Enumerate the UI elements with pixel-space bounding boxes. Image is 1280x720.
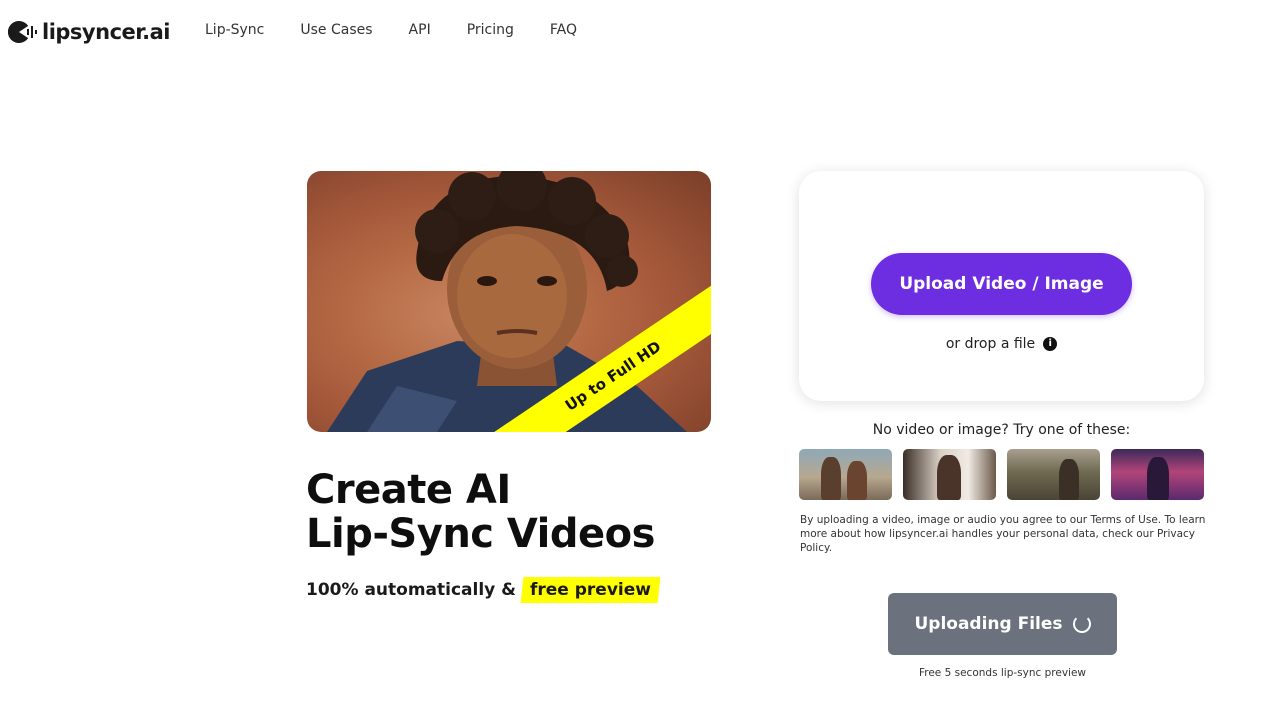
sample-landscape-man-thumbnail[interactable] — [1007, 449, 1100, 500]
hero-image: Up to Full HD — [307, 171, 711, 432]
hero-subline: 100% automatically & free preview — [306, 577, 661, 603]
site-header: lipsyncer.ai Lip-Sync Use Cases API Pric… — [0, 0, 1280, 66]
highlight-text: free preview — [530, 580, 651, 600]
nav-faq[interactable]: FAQ — [550, 22, 577, 38]
sample-couple-thumbnail[interactable] — [799, 449, 892, 500]
upload-dropzone[interactable]: Upload Video / Image or drop a file i — [799, 171, 1204, 401]
nav-api[interactable]: API — [409, 22, 431, 38]
drop-file-hint: or drop a file i — [799, 336, 1204, 352]
free-preview-highlight: free preview — [520, 577, 661, 603]
info-icon[interactable]: i — [1043, 337, 1058, 351]
logo-text: lipsyncer.ai — [42, 20, 170, 44]
terms-notice: By uploading a video, image or audio you… — [800, 514, 1206, 554]
logo-icon — [5, 17, 39, 47]
upload-video-image-button[interactable]: Upload Video / Image — [871, 253, 1132, 315]
spinner-icon — [1072, 615, 1091, 633]
uploading-label: Uploading Files — [914, 614, 1063, 634]
headline-line-1: Create AI — [306, 467, 511, 513]
headline-line-2: Lip-Sync Videos — [306, 511, 655, 557]
page-title: Create AI Lip-Sync Videos — [306, 468, 655, 556]
nav-lip-sync[interactable]: Lip-Sync — [205, 22, 264, 38]
sample-cafe-woman-thumbnail[interactable] — [903, 449, 996, 500]
drop-text: or drop a file — [945, 336, 1036, 352]
logo[interactable]: lipsyncer.ai — [5, 17, 170, 47]
sample-prompt: No video or image? Try one of these: — [872, 422, 1131, 438]
sample-thumbnails — [799, 449, 1204, 500]
nav-use-cases[interactable]: Use Cases — [300, 22, 372, 38]
subline-prefix: 100% automatically & — [306, 580, 516, 600]
main-nav: Lip-Sync Use Cases API Pricing FAQ — [205, 22, 613, 38]
nav-pricing[interactable]: Pricing — [467, 22, 514, 38]
uploading-files-button: Uploading Files — [888, 593, 1117, 655]
sample-neon-city-thumbnail[interactable] — [1111, 449, 1204, 500]
free-preview-note: Free 5 seconds lip-sync preview — [918, 667, 1087, 679]
